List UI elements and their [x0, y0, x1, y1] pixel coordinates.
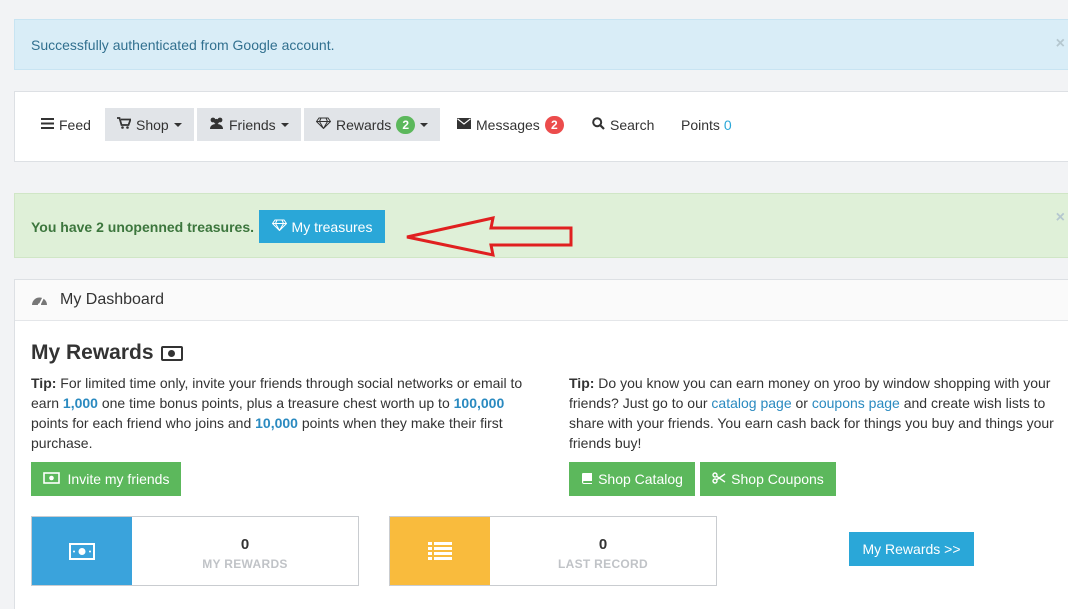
nav-messages-label: Messages [476, 116, 540, 133]
tip-invite-text: Tip: For limited time only, invite your … [31, 373, 531, 453]
shop-catalog-button[interactable]: Shop Catalog [569, 462, 695, 496]
main-navbar: Feed Shop Friends Rewards 2 Messages 2 S… [14, 91, 1068, 162]
shop-coupons-button[interactable]: Shop Coupons [700, 462, 836, 496]
chevron-down-icon [420, 122, 429, 127]
nav-friends-label: Friends [229, 116, 276, 133]
chevron-down-icon [173, 122, 182, 127]
highlight-value: 10,000 [255, 415, 298, 431]
annotation-arrow-icon [406, 216, 573, 257]
page-title: My Rewards [31, 341, 183, 365]
shop-coupons-label: Shop Coupons [731, 471, 824, 487]
last-record-label: LAST RECORD [558, 557, 648, 571]
scissors-icon [712, 471, 726, 487]
auth-success-alert: Successfully authenticated from Google a… [14, 19, 1068, 70]
my-rewards-button[interactable]: My Rewards >> [849, 532, 974, 566]
search-icon [592, 116, 605, 133]
my-treasures-button[interactable]: My treasures [259, 210, 385, 243]
my-rewards-value: 0 [240, 536, 250, 553]
my-rewards-label: MY REWARDS [202, 557, 288, 571]
envelope-icon [457, 117, 471, 132]
catalog-page-link[interactable]: catalog page [711, 395, 791, 411]
diamond-icon [271, 219, 287, 234]
bars-icon [41, 117, 54, 132]
highlight-value: 1,000 [62, 395, 98, 411]
money-icon [160, 345, 183, 361]
diamond-icon [315, 117, 332, 132]
highlight-value: 100,000 [453, 395, 505, 411]
nav-rewards-label: Rewards [336, 116, 392, 133]
tip-text: one time bonus points, plus a treasure c… [97, 395, 454, 411]
close-treasure-alert-icon[interactable]: × [1056, 209, 1065, 227]
nav-search[interactable]: Search [586, 108, 660, 141]
tip-text: or [791, 395, 812, 411]
rewards-count-badge: 2 [396, 115, 416, 134]
money-icon [32, 517, 132, 585]
book-icon [581, 472, 593, 487]
tip-label: Tip: [31, 375, 57, 391]
nav-points-label: Points [681, 116, 720, 133]
nav-search-label: Search [610, 116, 655, 133]
nav-friends-dropdown[interactable]: Friends [197, 108, 301, 141]
list-icon [390, 517, 490, 585]
nav-shop-label: Shop [136, 116, 169, 133]
nav-shop-dropdown[interactable]: Shop [105, 108, 194, 141]
shop-catalog-label: Shop Catalog [598, 471, 683, 487]
dashboard-gauge-icon [32, 297, 47, 307]
last-record-value: 0 [598, 536, 608, 553]
nav-points[interactable]: Points 0 [675, 108, 738, 141]
points-value: 0 [723, 116, 732, 133]
close-auth-alert-icon[interactable]: × [1056, 35, 1065, 53]
messages-count-badge: 2 [544, 115, 564, 134]
dashboard-header: My Dashboard [15, 280, 1068, 321]
nav-rewards-dropdown[interactable]: Rewards 2 [304, 108, 441, 141]
my-rewards-title: My Rewards [31, 341, 154, 364]
dashboard-header-label: My Dashboard [60, 291, 165, 308]
treasure-message: You have 2 unopenned treasures. [31, 219, 255, 235]
auth-success-message: Successfully authenticated from Google a… [31, 37, 335, 53]
tip-label: Tip: [569, 375, 595, 391]
dashboard-panel: My Dashboard My Rewards Tip: For limited… [14, 279, 1068, 609]
tip-shopping-text: Tip: Do you know you can earn money on y… [569, 373, 1059, 453]
tip-text: points for each friend who joins and [31, 415, 256, 431]
shopping-cart-icon [117, 117, 132, 132]
nav-messages[interactable]: Messages 2 [451, 108, 570, 141]
invite-friends-button[interactable]: Invite my friends [31, 462, 181, 496]
nav-feed-label: Feed [59, 116, 91, 133]
invite-friends-label: Invite my friends [67, 471, 170, 487]
coupons-page-link[interactable]: coupons page [812, 395, 900, 411]
chevron-down-icon [280, 122, 289, 127]
money-icon [42, 471, 60, 487]
my-rewards-stat: 0 MY REWARDS [31, 516, 359, 586]
my-treasures-label: My treasures [291, 218, 373, 235]
users-icon [209, 117, 224, 132]
last-record-stat: 0 LAST RECORD [389, 516, 717, 586]
nav-feed[interactable]: Feed [35, 108, 97, 141]
